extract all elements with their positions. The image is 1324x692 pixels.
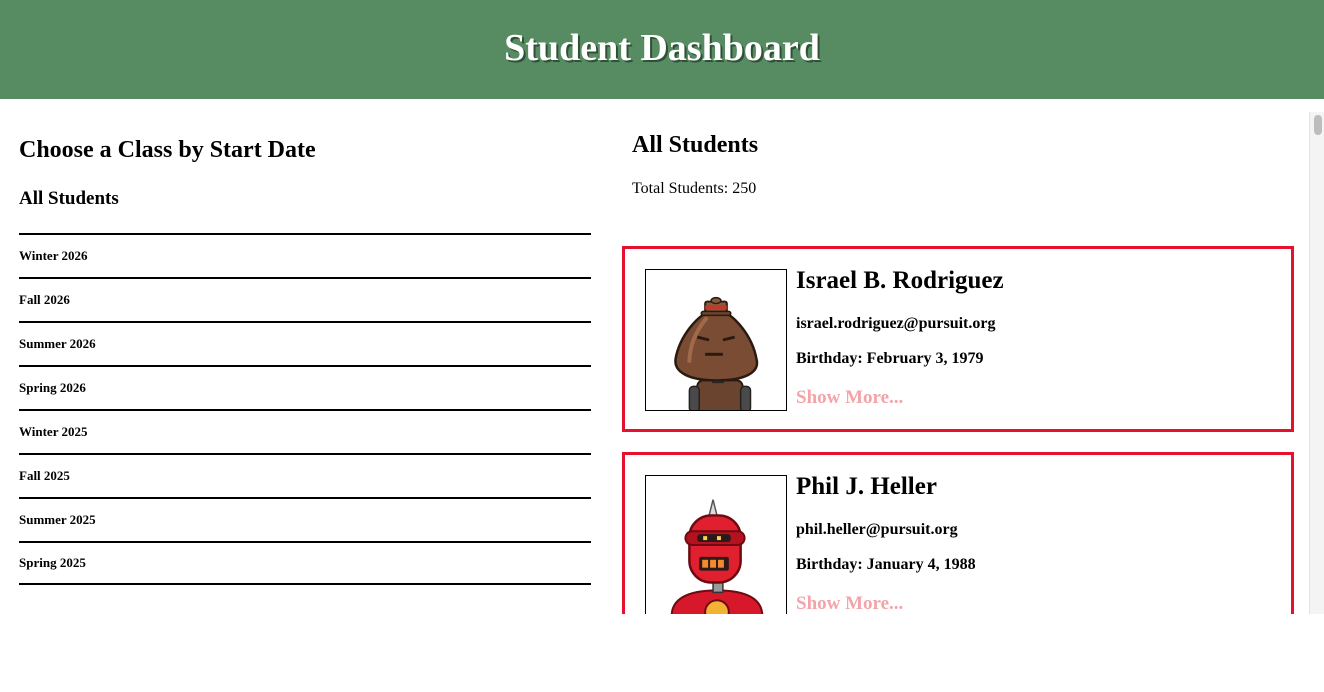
class-item-winter-2025[interactable]: Winter 2025 <box>19 409 591 453</box>
student-name: Israel B. Rodriguez <box>796 267 1004 294</box>
student-list-heading: All Students <box>632 132 759 158</box>
student-birthday: Birthday: February 3, 1979 <box>796 350 984 367</box>
class-item-winter-2026[interactable]: Winter 2026 <box>19 233 591 277</box>
student-card: Israel B. Rodriguez israel.rodriguez@pur… <box>622 246 1294 432</box>
scrollbar-thumb[interactable] <box>1314 115 1322 135</box>
class-item-spring-2025[interactable]: Spring 2025 <box>19 541 591 585</box>
page-header: Student Dashboard <box>0 0 1324 99</box>
student-card: Phil J. Heller phil.heller@pursuit.org B… <box>622 452 1294 614</box>
page-title: Student Dashboard <box>504 27 820 69</box>
all-students-link[interactable]: All Students <box>19 188 119 210</box>
red-robot-avatar-icon <box>645 475 787 614</box>
class-item-summer-2026[interactable]: Summer 2026 <box>19 321 591 365</box>
student-birthday: Birthday: January 4, 1988 <box>796 556 976 573</box>
student-list-scrollbar[interactable] <box>1309 112 1324 614</box>
class-item-spring-2026[interactable]: Spring 2026 <box>19 365 591 409</box>
show-more-link[interactable]: Show More... <box>796 387 903 409</box>
student-email: phil.heller@pursuit.org <box>796 521 958 538</box>
class-item-fall-2026[interactable]: Fall 2026 <box>19 277 591 321</box>
brown-robot-avatar-icon <box>645 269 787 411</box>
class-item-summer-2025[interactable]: Summer 2025 <box>19 497 591 541</box>
show-more-link[interactable]: Show More... <box>796 593 903 614</box>
total-students-count: Total Students: 250 <box>632 180 757 197</box>
class-item-fall-2025[interactable]: Fall 2025 <box>19 453 591 497</box>
student-email: israel.rodriguez@pursuit.org <box>796 315 996 332</box>
class-list: Winter 2026 Fall 2026 Summer 2026 Spring… <box>19 233 591 585</box>
sidebar-heading: Choose a Class by Start Date <box>19 137 316 163</box>
student-list-panel[interactable]: All Students Total Students: 250 Israel … <box>610 112 1310 614</box>
student-name: Phil J. Heller <box>796 473 937 500</box>
